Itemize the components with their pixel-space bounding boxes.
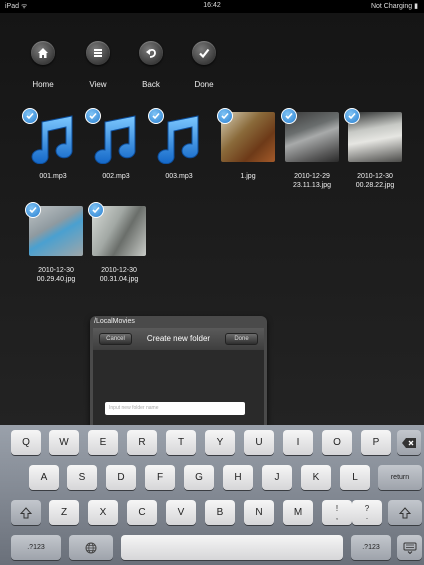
selected-check-icon <box>281 108 297 124</box>
key-x[interactable]: X <box>88 500 118 525</box>
on-screen-keyboard: Q W E R T Y U I O P A S D F G H J K L re… <box>0 425 424 565</box>
key-y[interactable]: Y <box>205 430 235 455</box>
return-key[interactable]: return <box>378 465 422 490</box>
key-p[interactable]: P <box>361 430 391 455</box>
key-r[interactable]: R <box>127 430 157 455</box>
key-f[interactable]: F <box>145 465 175 490</box>
selected-check-icon <box>22 108 38 124</box>
back-button[interactable]: Back <box>126 41 176 89</box>
home-label: Home <box>32 80 54 89</box>
key-o[interactable]: O <box>322 430 352 455</box>
music-note-icon <box>148 108 206 164</box>
view-label: View <box>89 80 107 89</box>
image-thumbnail <box>281 108 339 162</box>
dialog-path: /LocalMovies <box>94 318 135 325</box>
file-item[interactable]: 2010-12-30 00.28.22.jpg <box>344 108 406 190</box>
file-item[interactable]: 001.mp3 <box>22 108 84 181</box>
key-v[interactable]: V <box>166 500 196 525</box>
backspace-icon <box>402 437 416 448</box>
key-period-bottom: . <box>365 511 369 521</box>
key-w[interactable]: W <box>49 430 79 455</box>
file-name: 002.mp3 <box>102 173 130 180</box>
key-n[interactable]: N <box>244 500 274 525</box>
file-item[interactable]: 2010-12-30 00.29.40.jpg <box>25 202 87 284</box>
keyboard-dismiss-icon <box>403 542 416 554</box>
shift-key-right[interactable] <box>388 500 422 525</box>
image-thumbnail <box>344 108 402 162</box>
space-bar[interactable] <box>121 535 343 560</box>
key-i[interactable]: I <box>283 430 313 455</box>
file-name: 003.mp3 <box>165 173 193 180</box>
file-item[interactable]: 1.jpg <box>217 108 279 181</box>
music-note-icon <box>85 108 143 164</box>
checkmark-icon <box>192 41 216 65</box>
key-l[interactable]: L <box>340 465 370 490</box>
done-button[interactable]: Done <box>179 41 229 89</box>
key-comma-bottom: , <box>335 511 339 521</box>
file-name: 001.mp3 <box>39 173 67 180</box>
home-button[interactable]: Home <box>18 41 68 89</box>
file-item[interactable]: 2010-12-29 23.11.13.jpg <box>281 108 343 190</box>
selected-check-icon <box>88 202 104 218</box>
key-b[interactable]: B <box>205 500 235 525</box>
backspace-key[interactable] <box>397 430 421 455</box>
clock: 16:42 <box>203 2 221 9</box>
key-h[interactable]: H <box>223 465 253 490</box>
selected-check-icon <box>85 108 101 124</box>
file-name: 1.jpg <box>240 173 256 180</box>
file-item[interactable]: 003.mp3 <box>148 108 210 181</box>
home-icon <box>31 41 55 65</box>
key-c[interactable]: C <box>127 500 157 525</box>
key-exclamation[interactable]: !, <box>322 500 352 525</box>
key-k[interactable]: K <box>301 465 331 490</box>
file-name: 2010-12-30 00.28.22.jpg <box>355 173 395 189</box>
key-d[interactable]: D <box>106 465 136 490</box>
globe-icon <box>85 542 97 553</box>
folder-name-input[interactable]: Input new folder name <box>105 402 245 415</box>
done-label: Done <box>194 80 214 89</box>
music-note-icon <box>22 108 80 164</box>
numbers-key-right[interactable]: .?123 <box>351 535 391 560</box>
selected-check-icon <box>25 202 41 218</box>
image-thumbnail <box>25 202 83 256</box>
back-icon <box>139 41 163 65</box>
selected-check-icon <box>148 108 164 124</box>
shift-icon <box>20 506 32 518</box>
dialog-done-button[interactable]: Done <box>225 333 258 345</box>
selected-check-icon <box>344 108 360 124</box>
key-z[interactable]: Z <box>49 500 79 525</box>
hide-keyboard-key[interactable] <box>397 535 422 560</box>
key-j[interactable]: J <box>262 465 292 490</box>
back-label: Back <box>142 80 160 89</box>
image-thumbnail <box>217 108 275 162</box>
file-name: 2010-12-30 00.31.04.jpg <box>99 267 139 283</box>
view-icon <box>86 41 110 65</box>
key-t[interactable]: T <box>166 430 196 455</box>
status-bar: iPad ᯤ 16:42 Not Charging ▮ <box>0 0 424 13</box>
key-a[interactable]: A <box>29 465 59 490</box>
key-s[interactable]: S <box>67 465 97 490</box>
file-item[interactable]: 2010-12-30 00.31.04.jpg <box>88 202 150 284</box>
shift-key-left[interactable] <box>11 500 41 525</box>
key-e[interactable]: E <box>88 430 118 455</box>
key-g[interactable]: G <box>184 465 214 490</box>
image-thumbnail <box>88 202 146 256</box>
file-item[interactable]: 002.mp3 <box>85 108 147 181</box>
globe-key[interactable] <box>69 535 113 560</box>
numbers-key-left[interactable]: .?123 <box>11 535 61 560</box>
view-button[interactable]: View <box>73 41 123 89</box>
key-q[interactable]: Q <box>11 430 41 455</box>
shift-icon <box>399 506 411 518</box>
battery-status: Not Charging ▮ <box>370 3 418 10</box>
file-name: 2010-12-30 00.29.40.jpg <box>36 267 76 283</box>
create-folder-dialog: /LocalMovies Cancel Create new folder Do… <box>90 316 267 426</box>
dialog-toolbar: Cancel Create new folder Done <box>93 328 264 350</box>
key-m[interactable]: M <box>283 500 313 525</box>
key-question[interactable]: ?. <box>352 500 382 525</box>
selected-check-icon <box>217 108 233 124</box>
key-u[interactable]: U <box>244 430 274 455</box>
file-name: 2010-12-29 23.11.13.jpg <box>292 173 331 189</box>
